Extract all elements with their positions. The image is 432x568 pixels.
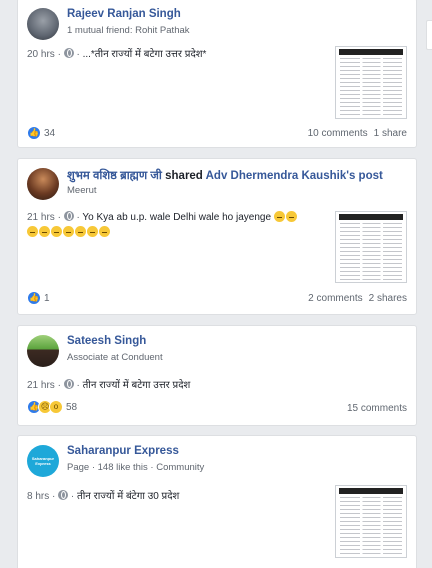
- post-author-link[interactable]: Sateesh Singh: [67, 335, 146, 347]
- post-header: शुभम वशिष्ठ ब्राह्मण जी shared Adv Dherm…: [67, 168, 383, 183]
- post-card: Rajeev Ranjan Singh 1 mutual friend: Roh…: [17, 0, 417, 148]
- like-icon: 👍: [27, 126, 41, 140]
- avatar[interactable]: [27, 8, 59, 40]
- post-image-thumbnail[interactable]: [335, 46, 407, 119]
- post-author-link[interactable]: शुभम वशिष्ठ ब्राह्मण जी: [67, 170, 162, 182]
- post-meta: 21 hrs · · तीन राज्यों में बटेगा उत्तर प…: [27, 379, 191, 391]
- reaction-summary[interactable]: 👍 ☹ o 58: [27, 400, 77, 414]
- post-text: तीन राज्यों में बटेगा उत्तर प्रदेश: [82, 380, 191, 391]
- like-icon: 👍: [27, 291, 41, 305]
- emoji-icon: [273, 211, 285, 222]
- shared-label: shared: [165, 170, 203, 182]
- post-stats: 10 comments 1 share: [308, 128, 407, 139]
- emoji-icon: [63, 226, 74, 237]
- emoji-icon: [39, 226, 50, 237]
- reaction-summary[interactable]: 👍 34: [27, 126, 55, 140]
- post-card: शुभम वशिष्ठ ब्राह्मण जी shared Adv Dherm…: [17, 158, 417, 315]
- shares-count-link[interactable]: 1 share: [374, 128, 407, 139]
- shares-count-link[interactable]: 2 shares: [369, 293, 407, 304]
- post-stats: 15 comments: [347, 403, 407, 414]
- avatar-logo-text: Saharanpur Express: [31, 456, 55, 466]
- post-card: Sateesh Singh Associate at Conduent 21 h…: [17, 325, 417, 426]
- emoji-icon: [285, 211, 297, 222]
- post-stats: 2 comments 2 shares: [308, 293, 407, 304]
- emoji-icon: [99, 226, 110, 237]
- post-meta: 20 hrs · · ...*तीन राज्यों में बटेगा उत्…: [27, 48, 207, 60]
- emoji-icon: [51, 226, 62, 237]
- comments-count-link[interactable]: 15 comments: [347, 403, 407, 414]
- avatar[interactable]: [27, 168, 59, 200]
- emoji-icon: [27, 226, 38, 237]
- post-emoji-line: [27, 226, 111, 238]
- post-meta: 21 hrs · · Yo Kya ab u.p. wale Delhi wal…: [27, 211, 298, 223]
- post-timestamp[interactable]: 21 hrs: [27, 212, 55, 223]
- post-location[interactable]: Meerut: [67, 185, 97, 196]
- comments-count-link[interactable]: 10 comments: [308, 128, 368, 139]
- post-card: Saharanpur Express Saharanpur Express Pa…: [17, 435, 417, 568]
- post-meta: 8 hrs · · तीन राज्यों में बंटेगा उ0 प्रद…: [27, 490, 180, 502]
- avatar[interactable]: Saharanpur Express: [27, 445, 59, 477]
- post-author-link[interactable]: Saharanpur Express: [67, 445, 179, 457]
- globe-icon: [63, 379, 74, 389]
- avatar[interactable]: [27, 335, 59, 367]
- post-timestamp[interactable]: 21 hrs: [27, 380, 55, 391]
- post-author-subtitle: Associate at Conduent: [67, 352, 163, 363]
- post-image-thumbnail[interactable]: [335, 485, 407, 558]
- emoji-icon: [87, 226, 98, 237]
- post-text: ...*तीन राज्यों में बटेगा उत्तर प्रदेश*: [82, 49, 207, 60]
- post-author-subtitle: 1 mutual friend: Rohit Pathak: [67, 25, 190, 36]
- reaction-summary[interactable]: 👍 1: [27, 291, 50, 305]
- wow-icon: o: [49, 400, 63, 414]
- globe-icon: [63, 211, 74, 221]
- side-panel-edge: [426, 20, 432, 50]
- post-text: Yo Kya ab u.p. wale Delhi wale ho jayeng…: [82, 212, 272, 223]
- globe-icon: [58, 490, 69, 500]
- reaction-count: 34: [44, 127, 56, 139]
- post-text: तीन राज्यों में बंटेगा उ0 प्रदेश: [77, 491, 180, 502]
- post-author-subtitle: Page · 148 like this · Community: [67, 462, 205, 473]
- shared-post-link[interactable]: Adv Dhermendra Kaushik's post: [206, 170, 383, 182]
- reaction-count: 58: [66, 401, 78, 413]
- post-image-thumbnail[interactable]: [335, 211, 407, 283]
- globe-icon: [63, 48, 74, 58]
- comments-count-link[interactable]: 2 comments: [308, 293, 362, 304]
- post-timestamp[interactable]: 20 hrs: [27, 49, 55, 60]
- reaction-count: 1: [44, 292, 50, 304]
- emoji-icon: [75, 226, 86, 237]
- post-author-link[interactable]: Rajeev Ranjan Singh: [67, 8, 181, 20]
- post-timestamp[interactable]: 8 hrs: [27, 491, 49, 502]
